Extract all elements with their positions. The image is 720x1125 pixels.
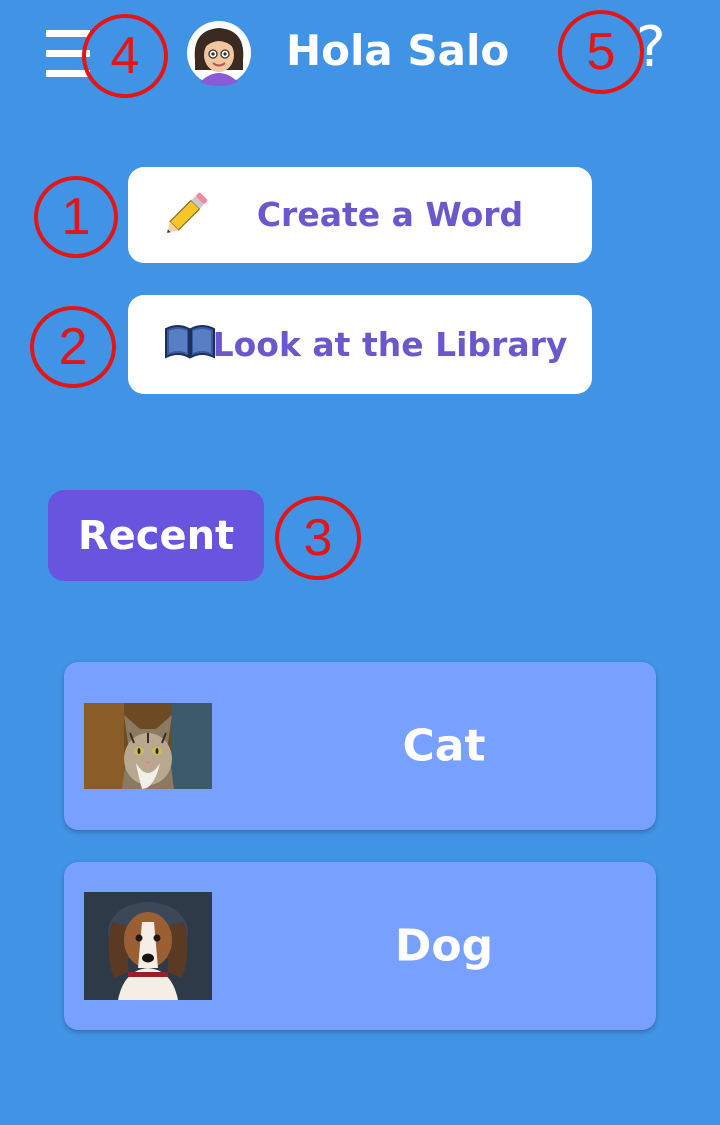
create-word-button[interactable]: Create a Word: [128, 167, 592, 263]
avatar[interactable]: [186, 20, 252, 86]
create-word-label: Create a Word: [256, 195, 524, 235]
dog-photo: [84, 892, 212, 1000]
pencil-icon: [164, 186, 214, 244]
annotation-marker: 4: [82, 14, 168, 98]
greeting-title: Hola Salo: [286, 26, 510, 75]
cat-photo: [84, 703, 212, 789]
avatar-girl-icon: [187, 21, 251, 86]
annotation-marker: 2: [30, 306, 116, 388]
word-card-dog[interactable]: Dog: [64, 862, 656, 1030]
library-button[interactable]: Look at the Library: [128, 295, 592, 394]
library-label: Look at the Library: [212, 324, 568, 364]
word-label: Dog: [394, 920, 494, 972]
annotation-marker: 5: [558, 10, 644, 94]
annotation-marker: 1: [34, 176, 118, 258]
annotation-marker: 3: [275, 496, 361, 580]
word-card-cat[interactable]: Cat: [64, 662, 656, 830]
word-label: Cat: [402, 720, 486, 772]
tab-recent[interactable]: Recent: [48, 490, 264, 581]
